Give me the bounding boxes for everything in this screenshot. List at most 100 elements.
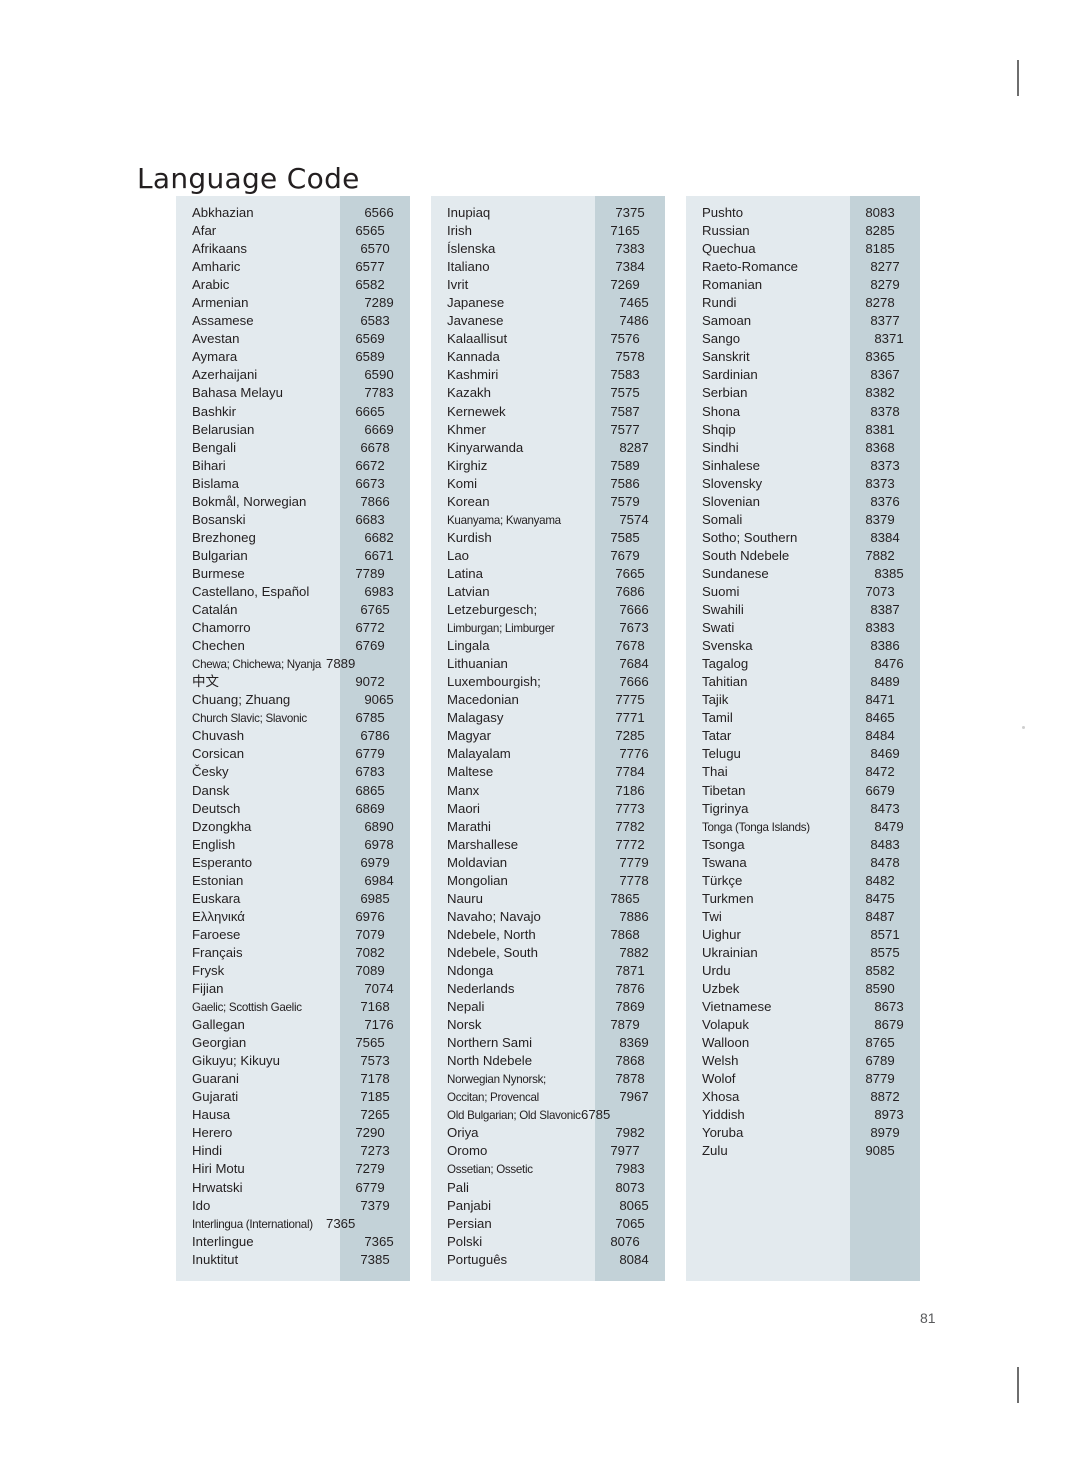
table-row: Malagasy 7771: [431, 709, 665, 727]
language-code-cell: 6673: [355, 475, 385, 491]
table-row: Italiano 7384: [431, 258, 665, 276]
language-code-cell: 7384: [615, 259, 645, 275]
table-row: Brezhoneg 6682: [176, 529, 410, 547]
table-row: Uzbek 8590: [686, 980, 920, 998]
table-row: Ivrit 7269: [431, 276, 665, 294]
language-code-cell: 8368: [865, 439, 895, 455]
table-row: Ido 7379: [176, 1197, 410, 1215]
language-name-cell: Assamese: [192, 313, 254, 329]
language-code-cell: 6789: [865, 1053, 895, 1069]
language-code-cell: 6783: [355, 764, 385, 780]
language-name-cell: Ndebele, South: [447, 944, 538, 960]
language-name-cell: Letzeburgesch;: [447, 602, 538, 618]
table-row: Kashmiri 7583: [431, 366, 665, 384]
language-name-cell: Volapuk: [702, 1017, 749, 1033]
table-row: Tswana 8478: [686, 854, 920, 872]
table-row: Herero 7290: [176, 1124, 410, 1142]
table-row: Panjabi 8065: [431, 1197, 665, 1215]
table-row: Dzongkha 6890: [176, 818, 410, 836]
table-row: Tatar 8484: [686, 727, 920, 745]
language-code-cell: 6765: [360, 602, 390, 618]
language-name-cell: Estonian: [192, 872, 244, 888]
language-code-cell: 7784: [615, 764, 645, 780]
language-name-cell: Hindi: [192, 1143, 223, 1159]
language-name-cell: Kirghiz: [447, 457, 488, 473]
table-row: Guarani 7178: [176, 1070, 410, 1088]
language-name-cell: Zulu: [702, 1143, 728, 1159]
table-rows-2: Inupiaq 7375 Irish 7165 Íslenska 7383 Italiano…: [431, 196, 665, 1281]
language-code-cell: 7465: [619, 295, 649, 311]
language-name-cell: Tswana: [702, 854, 747, 870]
language-code-cell: 8367: [870, 367, 900, 383]
language-code-cell: 6984: [364, 872, 394, 888]
language-name-cell: Quechua: [702, 241, 756, 257]
language-code-cell: 9065: [364, 692, 394, 708]
language-name-cell: Türkçe: [702, 872, 743, 888]
table-row: Xhosa 8872: [686, 1088, 920, 1106]
table-row: Gikuyu; Kikuyu 7573: [176, 1052, 410, 1070]
language-name-cell: Ido: [192, 1197, 211, 1213]
table-row: Javanese 7486: [431, 312, 665, 330]
language-name-cell: South Ndebele: [702, 547, 790, 563]
table-row: North Ndebele 7868: [431, 1052, 665, 1070]
language-code-cell: 6978: [364, 836, 394, 852]
language-name-cell: Hiri Motu: [192, 1161, 245, 1177]
language-name-cell: Malagasy: [447, 710, 504, 726]
language-code-cell: 7168: [360, 999, 390, 1015]
table-row: Romanian 8279: [686, 276, 920, 294]
language-name-cell: Svenska: [702, 638, 753, 654]
language-code-cell: 7290: [355, 1125, 385, 1141]
language-name-cell: Frysk: [192, 962, 225, 978]
language-name-cell: Esperanto: [192, 854, 253, 870]
language-code-cell: 9072: [355, 674, 385, 690]
language-name-cell: Catalán: [192, 602, 238, 618]
table-row: Bengali 6678: [176, 439, 410, 457]
language-name-cell: 中文: [192, 674, 219, 691]
language-name-cell: Tatar: [702, 728, 732, 744]
language-name-cell: Kurdish: [447, 529, 492, 545]
language-name-cell: Latvian: [447, 583, 490, 599]
table-row: Sundanese 8385: [686, 565, 920, 583]
language-name-cell: Japanese: [447, 295, 505, 311]
language-code-cell: 7074: [364, 981, 394, 997]
language-code-cell: 7383: [615, 241, 645, 257]
table-row: Limburgan; Limburger 7673: [431, 619, 665, 637]
language-code-cell: 7982: [615, 1125, 645, 1141]
language-name-cell: Maori: [447, 800, 480, 816]
language-code-cell: 7882: [865, 547, 895, 563]
language-name-cell: Corsican: [192, 746, 245, 762]
language-code-tables: Abkhazian 6566 Afar 6565 Afrikaans 6570 Amhari…: [176, 196, 920, 1281]
language-name-cell: Brezhoneg: [192, 529, 256, 545]
language-code-cell: 8475: [865, 890, 895, 906]
language-code-cell: 7666: [619, 602, 649, 618]
language-name-cell: Fijian: [192, 981, 224, 997]
language-code-cell: 8479: [874, 818, 904, 834]
language-name-cell: Euskara: [192, 890, 241, 906]
language-code-cell: 6983: [364, 583, 394, 599]
language-code-cell: 7684: [619, 656, 649, 672]
table-row: Tagalog 8476: [686, 655, 920, 673]
language-code-cell: 7583: [610, 367, 640, 383]
language-code-cell: 7882: [619, 944, 649, 960]
language-name-cell: Afar: [192, 223, 217, 239]
language-name-cell: Swahili: [702, 602, 744, 618]
language-code-cell: 6570: [360, 241, 390, 257]
table-row: Samoan 8377: [686, 312, 920, 330]
language-code-cell: 6577: [355, 259, 385, 275]
table-row: Lithuanian 7684: [431, 655, 665, 673]
table-row: Thai 8472: [686, 763, 920, 781]
table-row: Maori 7773: [431, 800, 665, 818]
language-code-cell: 8065: [619, 1197, 649, 1213]
language-code-cell: 8473: [870, 800, 900, 816]
table-row: Irish 7165: [431, 222, 665, 240]
language-code-cell: 7269: [610, 277, 640, 293]
language-name-cell: Norsk: [447, 1017, 482, 1033]
table-row: English 6978: [176, 836, 410, 854]
language-code-cell: 6785: [581, 1107, 611, 1123]
language-code-cell: 7775: [615, 692, 645, 708]
table-row: Türkçe 8482: [686, 872, 920, 890]
language-name-cell: Armenian: [192, 295, 249, 311]
language-name-cell: Suomi: [702, 583, 740, 599]
crop-mark-top-right: [1017, 60, 1019, 96]
table-row: Mongolian 7778: [431, 872, 665, 890]
